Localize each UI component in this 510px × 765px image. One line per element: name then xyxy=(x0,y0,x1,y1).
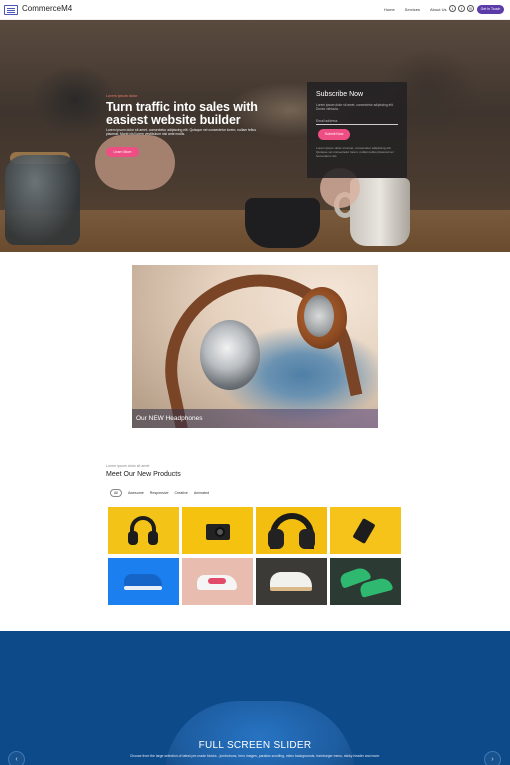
headphones-cup xyxy=(299,529,315,549)
hero-title: Turn traffic into sales with easiest web… xyxy=(106,100,258,127)
filter-animated[interactable]: Animated xyxy=(194,491,209,495)
products-eyebrow: Lorem ipsum dolor sit amet xyxy=(106,464,150,468)
hero-teapot xyxy=(245,198,320,248)
slider-text: Choose from the large selection of lates… xyxy=(129,754,381,758)
instagram-icon[interactable]: ◎ xyxy=(467,5,474,12)
hero-coffee-jar xyxy=(5,155,80,245)
product-filters: All Awesome Responsive Creative Animated xyxy=(110,489,209,497)
brand-name[interactable]: CommerceM4 xyxy=(22,4,72,13)
headphones-cup xyxy=(148,531,158,545)
slider-next-button[interactable]: › xyxy=(484,751,501,765)
camera-lens xyxy=(215,527,225,537)
product-tile-camera[interactable] xyxy=(182,507,253,554)
smartphone-icon xyxy=(352,517,376,545)
headphones-cup xyxy=(128,531,138,545)
product-grid xyxy=(108,507,402,605)
filter-responsive[interactable]: Responsive xyxy=(150,491,169,495)
hero-eyebrow: Lorem ipsum dolor xyxy=(106,94,138,98)
product-tile-sneakers-green[interactable] xyxy=(330,558,401,605)
filter-all[interactable]: All xyxy=(110,489,122,497)
product-tile-smartphone[interactable] xyxy=(330,507,401,554)
sneaker-accent xyxy=(208,578,226,584)
subscribe-title: Subscribe Now xyxy=(316,91,364,98)
full-screen-slider: FULL SCREEN SLIDER Choose from the large… xyxy=(0,631,510,765)
filter-awesome[interactable]: Awesome xyxy=(128,491,144,495)
product-tile-headphones-dark[interactable] xyxy=(256,507,327,554)
slider-title: FULL SCREEN SLIDER xyxy=(198,740,312,751)
nav-link-services[interactable]: Services xyxy=(405,7,420,12)
top-navbar: CommerceM4 Home Services About Us t f ◎ … xyxy=(0,0,510,20)
submit-now-button[interactable]: Submit Now xyxy=(318,129,350,140)
subscribe-text: Lorem ipsum dolor sit amet, consectetur … xyxy=(316,103,394,111)
hero-section: Lorem ipsum dolor Turn traffic into sale… xyxy=(0,20,510,252)
feature-label: Our NEW Headphones xyxy=(136,415,203,422)
sneaker-sole xyxy=(270,587,312,591)
nav-link-about[interactable]: About Us xyxy=(430,7,446,12)
product-tile-sneaker-white[interactable] xyxy=(256,558,327,605)
headphones-cup xyxy=(268,529,284,549)
headphones-cup-left xyxy=(200,320,260,390)
product-tile-sneaker-blue[interactable] xyxy=(108,558,179,605)
nav-links: Home Services About Us xyxy=(384,7,446,12)
products-title: Meet Our New Products xyxy=(106,471,181,478)
get-in-touch-button[interactable]: Get In Touch xyxy=(477,5,504,14)
nav-link-home[interactable]: Home xyxy=(384,7,395,12)
sneaker-sole xyxy=(124,586,162,590)
facebook-icon[interactable]: f xyxy=(458,5,465,12)
twitter-icon[interactable]: t xyxy=(449,5,456,12)
learn-more-button[interactable]: Learn More xyxy=(106,147,139,157)
filter-creative[interactable]: Creative xyxy=(175,491,188,495)
logo-icon[interactable] xyxy=(4,5,18,15)
feature-image[interactable]: Our NEW Headphones xyxy=(132,265,378,428)
product-tile-sneaker-pink[interactable] xyxy=(182,558,253,605)
subscribe-note: Lorem ipsum dolor sit amet, consectetur … xyxy=(316,146,394,158)
social-icons: t f ◎ xyxy=(449,5,474,12)
subscribe-box: Subscribe Now Lorem ipsum dolor sit amet… xyxy=(307,82,407,178)
hero-text: Lorem ipsum dolor sit amet, consectetur … xyxy=(106,128,257,137)
headphones-cup-right-inner xyxy=(304,295,334,337)
feature-caption-bar: Our NEW Headphones xyxy=(132,409,378,428)
product-tile-headphones-black[interactable] xyxy=(108,507,179,554)
hero-hands xyxy=(95,135,175,190)
email-field[interactable] xyxy=(316,117,398,125)
slider-prev-button[interactable]: ‹ xyxy=(8,751,25,765)
